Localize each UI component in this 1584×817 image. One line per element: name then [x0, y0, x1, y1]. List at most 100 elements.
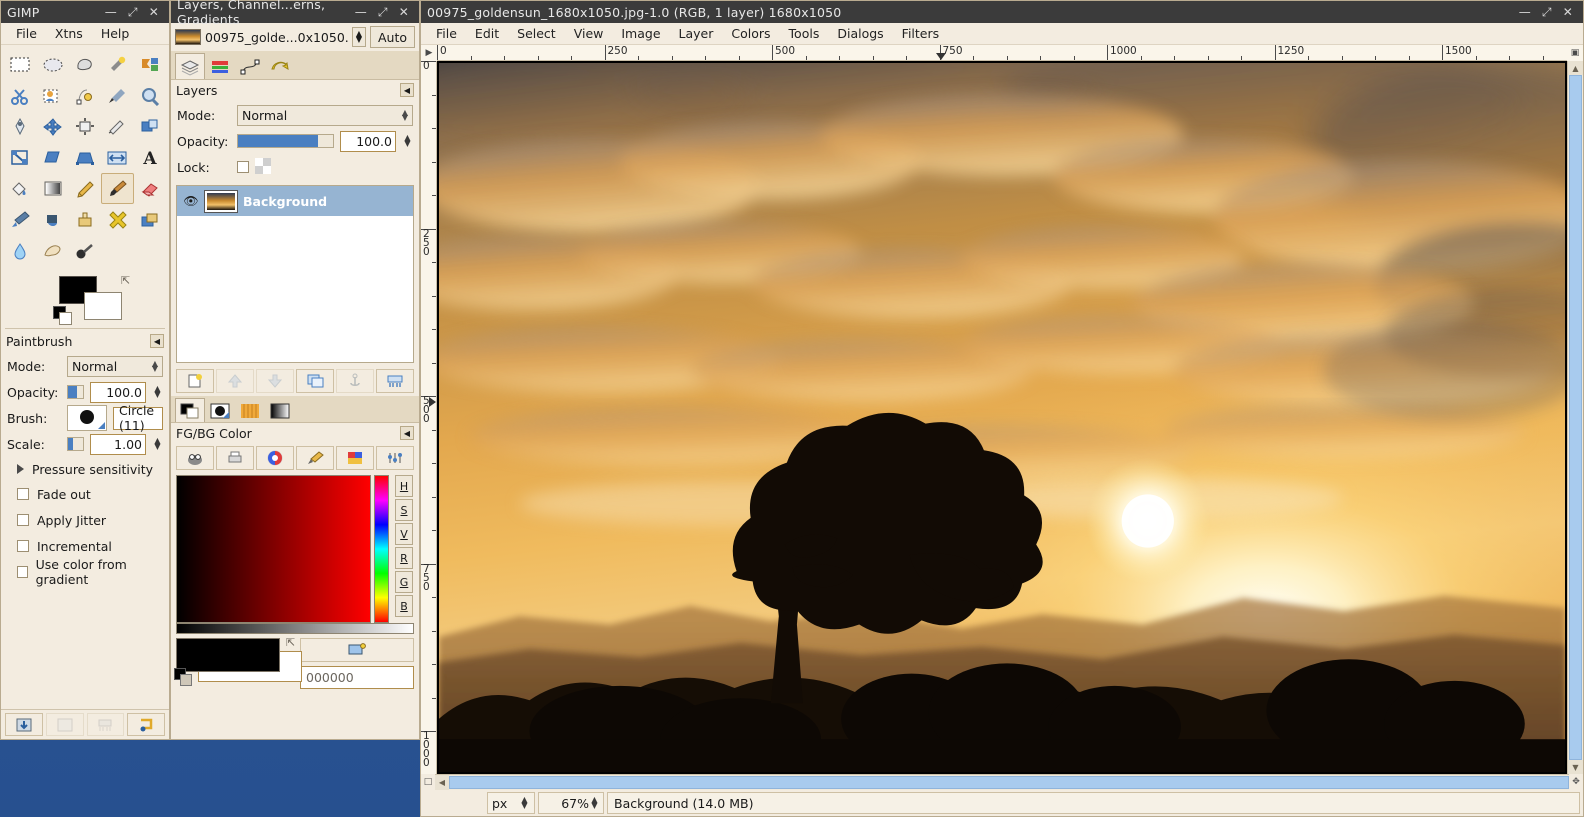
vertical-scrollbar-thumb[interactable] — [1569, 75, 1582, 760]
ellipse-select-tool[interactable] — [36, 49, 68, 80]
saturation-value-box[interactable] — [176, 475, 371, 623]
use-color-from-gradient-checkbox[interactable] — [17, 566, 28, 578]
restore-tool-options-button[interactable] — [45, 713, 84, 736]
horizontal-scrollbar[interactable]: ◀ — [435, 774, 1569, 790]
anchor-layer-button[interactable] — [336, 369, 374, 393]
save-tool-options-button[interactable] — [5, 713, 43, 736]
layer-row[interactable]: 👁 Background — [177, 186, 413, 216]
image-menu-file[interactable]: File — [427, 24, 466, 43]
airbrush-tool[interactable] — [4, 204, 36, 235]
lock-pixels-checkbox[interactable] — [237, 161, 249, 173]
blur-sharpen-tool[interactable] — [4, 235, 36, 266]
ruler-origin-button[interactable]: ▶ — [421, 45, 437, 61]
shear-tool[interactable] — [36, 142, 68, 173]
image-menu-view[interactable]: View — [565, 24, 613, 43]
scale-tool[interactable] — [4, 142, 36, 173]
pencil-tool[interactable] — [69, 173, 101, 204]
image-menu-dialogs[interactable]: Dialogs — [828, 24, 892, 43]
new-layer-button[interactable] — [176, 369, 214, 393]
brush-name-value[interactable]: Circle (11) — [113, 403, 163, 433]
background-color-swatch[interactable] — [84, 292, 122, 320]
navigation-preview-button[interactable]: ✥ — [1569, 774, 1583, 790]
brushes-tab[interactable] — [205, 398, 235, 422]
duplicate-layer-button[interactable] — [296, 369, 334, 393]
heal-tool[interactable] — [101, 204, 133, 235]
dock-close-button[interactable]: ✕ — [399, 6, 409, 18]
hue-bar[interactable] — [374, 475, 389, 623]
preview-reset-icon[interactable] — [174, 668, 192, 686]
minimize-button[interactable]: — — [105, 6, 117, 18]
fade-out-checkbox[interactable] — [17, 488, 29, 500]
image-maximize-button[interactable]: ⤢ — [1542, 6, 1552, 18]
perspective-tool[interactable] — [69, 142, 101, 173]
scissors-select-tool[interactable] — [4, 80, 36, 111]
rect-select-tool[interactable] — [4, 49, 36, 80]
scroll-left-arrow-icon[interactable]: ◀ — [435, 775, 449, 790]
crop-tool[interactable] — [101, 111, 133, 142]
layer-mode-select[interactable]: Normal ▲ ▼ — [237, 104, 413, 126]
layer-opacity-slider[interactable] — [237, 134, 334, 148]
dodge-burn-tool[interactable] — [69, 235, 101, 266]
fuzzy-select-tool[interactable] — [101, 49, 133, 80]
image-menu-image[interactable]: Image — [612, 24, 669, 43]
apply-jitter-checkbox-row[interactable]: Apply Jitter — [7, 507, 163, 533]
raise-layer-button[interactable] — [216, 369, 254, 393]
by-color-select-tool[interactable] — [134, 49, 166, 80]
perspective-clone-tool[interactable] — [134, 204, 166, 235]
quick-mask-toggle[interactable]: □ — [421, 774, 435, 790]
swap-colors-icon[interactable]: ⇱ — [121, 274, 130, 287]
menu-xtns[interactable]: Xtns — [46, 24, 92, 43]
rotate-tool[interactable] — [134, 111, 166, 142]
tool-opacity-slider[interactable] — [67, 385, 84, 399]
blend-tool[interactable] — [36, 173, 68, 204]
image-menu-tools[interactable]: Tools — [780, 24, 829, 43]
use-color-from-gradient-checkbox-row[interactable]: Use color from gradient — [7, 557, 163, 587]
image-menu-colors[interactable]: Colors — [722, 24, 779, 43]
move-tool[interactable] — [36, 111, 68, 142]
auto-button[interactable]: Auto — [369, 26, 415, 48]
fade-out-checkbox-row[interactable]: Fade out — [7, 481, 163, 507]
hex-color-input[interactable]: 000000 — [300, 666, 414, 689]
lower-layer-button[interactable] — [256, 369, 294, 393]
align-tool[interactable] — [69, 111, 101, 142]
horizontal-ruler[interactable]: 0 250 500 750 1000 1250 1500 — [437, 45, 1567, 61]
channel-r-button[interactable]: R — [395, 547, 413, 569]
zoom-image-button[interactable]: ▣ — [1567, 45, 1583, 61]
patterns-tab[interactable] — [235, 398, 265, 422]
tool-mode-select[interactable]: Normal ▲ ▼ — [67, 355, 163, 377]
gimp-icon-button[interactable] — [176, 446, 214, 470]
dock-minimize-button[interactable]: — — [355, 6, 367, 18]
layer-opacity-value[interactable]: 100.0 — [340, 130, 396, 152]
channel-v-button[interactable]: V — [395, 523, 413, 545]
reset-colors-icon[interactable] — [53, 306, 72, 325]
scroll-up-arrow-icon[interactable]: ▲ — [1568, 61, 1583, 75]
channel-h-button[interactable]: H — [395, 475, 413, 497]
unit-selector[interactable]: px ▲ ▼ — [487, 792, 535, 814]
apply-jitter-checkbox[interactable] — [17, 514, 29, 526]
color-scales-button[interactable] — [376, 446, 414, 470]
vertical-ruler[interactable]: 0 250 500 750 1000 — [421, 61, 437, 774]
color-picker-tool[interactable] — [101, 80, 133, 111]
zoom-tool[interactable] — [134, 80, 166, 111]
smudge-tool[interactable] — [36, 235, 68, 266]
bucket-fill-tool[interactable] — [4, 173, 36, 204]
scroll-down-arrow-icon[interactable]: ▼ — [1568, 760, 1583, 774]
reset-tool-options-button[interactable] — [127, 713, 165, 736]
channel-g-button[interactable]: G — [395, 571, 413, 593]
eraser-tool[interactable] — [134, 173, 166, 204]
dock-maximize-button[interactable]: ⤢ — [378, 6, 388, 18]
zoom-selector[interactable]: 67% ▲ ▼ — [538, 792, 604, 814]
clone-tool[interactable] — [69, 204, 101, 235]
gradients-tab[interactable] — [265, 398, 295, 422]
layers-collapse-arrow-icon[interactable]: ◀ — [400, 83, 414, 97]
vertical-scrollbar[interactable]: ▲ ▼ — [1567, 61, 1583, 774]
close-button[interactable]: ✕ — [149, 6, 159, 18]
layer-visibility-icon[interactable]: 👁 — [183, 194, 199, 208]
image-name-value[interactable]: 00975_golde...0x1050.jpg-1 — [205, 30, 348, 45]
menu-help[interactable]: Help — [92, 24, 139, 43]
collapse-arrow-icon[interactable]: ◀ — [150, 334, 164, 348]
image-menu-edit[interactable]: Edit — [466, 24, 508, 43]
color-collapse-arrow-icon[interactable]: ◀ — [400, 426, 414, 440]
foreground-select-tool[interactable] — [36, 80, 68, 111]
paths-tool[interactable] — [69, 80, 101, 111]
